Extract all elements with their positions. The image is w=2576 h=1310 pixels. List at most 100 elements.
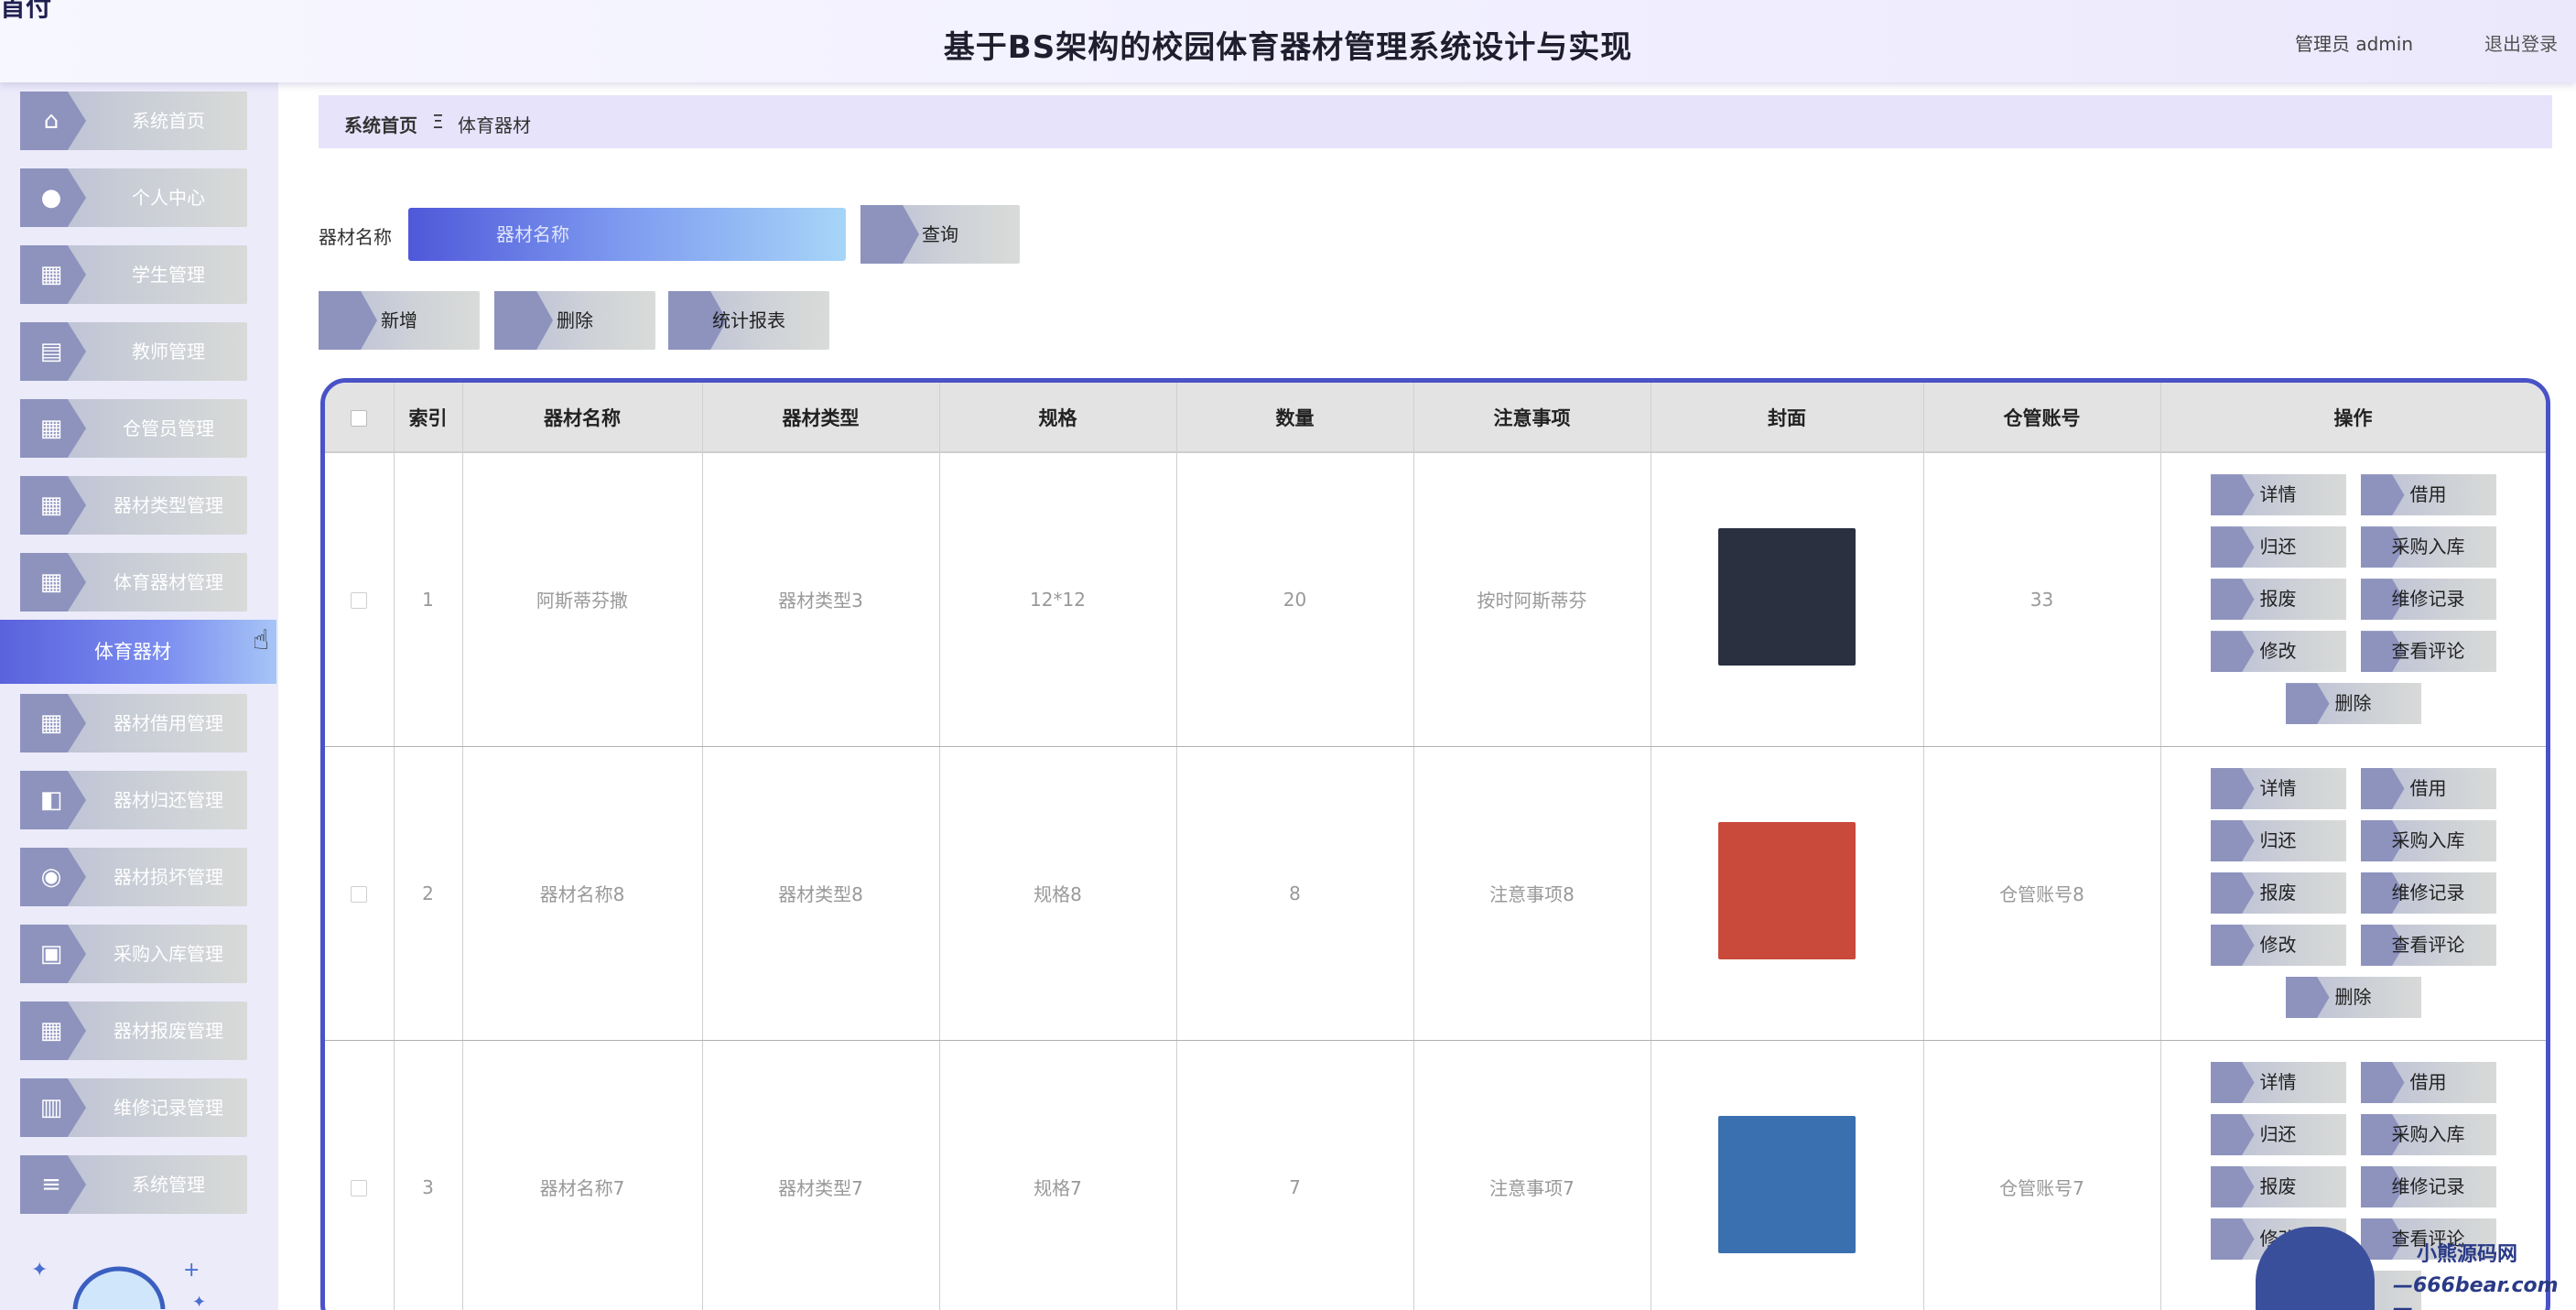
sidebar-item-returns[interactable]: ◧ 器材归还管理 [20, 771, 247, 829]
sidebar-item-scrap[interactable]: ▦ 器材报废管理 [20, 1001, 247, 1060]
cell-actions: 详情借用归还采购入库报废维修记录修改查看评论删除 [2160, 452, 2546, 747]
delete-action-button[interactable]: 删除 [2285, 977, 2421, 1018]
grid-icon: ▦ [39, 1017, 63, 1045]
cell-spec: 规格7 [939, 1040, 1177, 1310]
return-action-button[interactable]: 归还 [2210, 820, 2346, 861]
cover-image [1718, 1116, 1856, 1253]
cell-actions: 详情借用归还采购入库报废维修记录修改查看评论删除 [2160, 746, 2546, 1041]
detail-action-button[interactable]: 详情 [2210, 768, 2346, 809]
svg-text:+: + [183, 1259, 200, 1282]
sidebar-item-purchase[interactable]: ▣ 采购入库管理 [20, 925, 247, 983]
row-actions: 详情借用归还采购入库报废维修记录修改查看评论删除 [2161, 768, 2546, 1018]
delete-action-button[interactable]: 删除 [2285, 683, 2421, 725]
sidebar-subitem-sports-equipment[interactable]: 体育器材 [0, 620, 276, 684]
cell-notes: 注意事项7 [1413, 1040, 1651, 1310]
cell-account: 仓管账号7 [1923, 1040, 2161, 1310]
table-row: 2 器材名称8 器材类型8 规格8 8 注意事项8 仓管账号8 详情 借用 归还 采购入库 报废 维修记… [325, 746, 2546, 1041]
column-header: 注意事项 [1413, 383, 1651, 453]
grid-icon: ▦ [39, 261, 63, 288]
sidebar-item-label: 器材借用管理 [114, 712, 223, 734]
cover-image [1718, 822, 1856, 959]
cell-type: 器材类型7 [702, 1040, 940, 1310]
sidebar-item-teachers[interactable]: ▤ 教师管理 [20, 322, 247, 381]
grid-icon: ▦ [39, 415, 63, 442]
purchase-action-button[interactable]: 采购入库 [2360, 1114, 2496, 1155]
logout-link[interactable]: 退出登录 [2484, 29, 2558, 56]
repair-action-button[interactable]: 维修记录 [2360, 579, 2496, 621]
wallet-icon: ◧ [39, 786, 63, 814]
sidebar-item-borrowing[interactable]: ▦ 器材借用管理 [20, 694, 247, 752]
row-checkbox[interactable] [325, 452, 395, 747]
query-button[interactable]: 查询 [860, 205, 1020, 264]
column-header: 操作 [2160, 383, 2546, 453]
cell-cover [1651, 746, 1924, 1041]
cell-quantity: 7 [1176, 1040, 1414, 1310]
return-action-button[interactable]: 归还 [2210, 526, 2346, 568]
detail-action-button[interactable]: 详情 [2210, 474, 2346, 516]
cell-spec: 规格8 [939, 746, 1177, 1041]
row-checkbox[interactable] [325, 1040, 395, 1310]
sidebar-item-label: 体育器材管理 [114, 571, 223, 593]
sidebar-item-damage[interactable]: ◉ 器材损坏管理 [20, 848, 247, 906]
breadcrumb: 系统首页 Ξ 体育器材 [319, 95, 2552, 148]
list-icon: ≡ [41, 1171, 61, 1198]
return-action-button[interactable]: 归还 [2210, 1114, 2346, 1155]
astronaut-illustration: ✦ + ✦ [31, 1259, 206, 1309]
sidebar-item-warehouse-staff[interactable]: ▦ 仓管员管理 [20, 399, 247, 458]
cover-image [1718, 528, 1856, 666]
edit-action-button[interactable]: 修改 [2210, 631, 2346, 673]
comments-action-button[interactable]: 查看评论 [2360, 631, 2496, 673]
logo-text: 首付 [0, 0, 52, 22]
sidebar-item-label: 仓管员管理 [123, 417, 214, 439]
report-button[interactable]: 统计报表 [668, 291, 829, 350]
search-input[interactable] [408, 208, 846, 261]
cell-name: 阿斯蒂芬撒 [462, 452, 703, 747]
sidebar-item-equipment-types[interactable]: ▦ 器材类型管理 [20, 476, 247, 535]
borrow-action-button[interactable]: 借用 [2360, 1062, 2496, 1103]
borrow-action-button[interactable]: 借用 [2360, 474, 2496, 516]
cell-spec: 12*12 [939, 452, 1177, 747]
sidebar-item-sports-equipment[interactable]: ▦ 体育器材管理 [20, 553, 247, 612]
sidebar-item-label: 器材归还管理 [114, 789, 223, 811]
breadcrumb-separator-icon: Ξ [432, 111, 444, 133]
equipment-table: 索引 器材名称 器材类型 规格 数量 注意事项 封面 仓管账号 操作 1 阿斯蒂芬… [320, 378, 2550, 1310]
table-header-row: 索引 器材名称 器材类型 规格 数量 注意事项 封面 仓管账号 操作 [325, 383, 2546, 453]
breadcrumb-home[interactable]: 系统首页 [344, 111, 417, 137]
scrap-action-button[interactable]: 报废 [2210, 1166, 2346, 1207]
sidebar-item-repair[interactable]: ▥ 维修记录管理 [20, 1078, 247, 1137]
add-button[interactable]: 新增 [319, 291, 480, 350]
sidebar-item-profile[interactable]: ● 个人中心 [20, 168, 247, 227]
table-row: 1 阿斯蒂芬撒 器材类型3 12*12 20 按时阿斯蒂芬 33 详情 借用 归还 采购入库 报废 维修… [325, 452, 2546, 747]
scrap-action-button[interactable]: 报废 [2210, 872, 2346, 914]
column-header: 数量 [1176, 383, 1414, 453]
sidebar-item-label: 器材类型管理 [114, 494, 223, 516]
watermark: 小熊源码网 —666bear.com— [2256, 1227, 2576, 1310]
row-checkbox[interactable] [325, 746, 395, 1041]
purchase-action-button[interactable]: 采购入库 [2360, 820, 2496, 861]
sidebar-item-system[interactable]: ≡ 系统管理 [20, 1155, 247, 1214]
select-all-checkbox[interactable] [325, 383, 395, 453]
delete-button[interactable]: 删除 [494, 291, 655, 350]
sidebar-item-label: 系统首页 [132, 110, 205, 132]
borrow-action-button[interactable]: 借用 [2360, 768, 2496, 809]
cell-cover [1651, 1040, 1924, 1310]
current-user: 管理员 admin [2294, 33, 2413, 55]
repair-action-button[interactable]: 维修记录 [2360, 872, 2496, 914]
sidebar-item-students[interactable]: ▦ 学生管理 [20, 245, 247, 304]
scrap-action-button[interactable]: 报废 [2210, 579, 2346, 621]
pointer-cursor-icon: ☝ [253, 624, 270, 656]
sidebar-item-label: 器材报废管理 [114, 1020, 223, 1042]
home-icon: ⌂ [43, 107, 60, 135]
comments-action-button[interactable]: 查看评论 [2360, 925, 2496, 966]
cell-name: 器材名称8 [462, 746, 703, 1041]
repair-action-button[interactable]: 维修记录 [2360, 1166, 2496, 1207]
sidebar-item-home[interactable]: ⌂ 系统首页 [20, 92, 247, 150]
purchase-action-button[interactable]: 采购入库 [2360, 526, 2496, 568]
sidebar-item-label: 学生管理 [132, 264, 205, 286]
edit-action-button[interactable]: 修改 [2210, 925, 2346, 966]
cell-name: 器材名称7 [462, 1040, 703, 1310]
top-header: 首付 基于BS架构的校园体育器材管理系统设计与实现 管理员 admin 退出登录 [0, 0, 2576, 82]
cell-account: 仓管账号8 [1923, 746, 2161, 1041]
detail-action-button[interactable]: 详情 [2210, 1062, 2346, 1103]
sidebar-item-label: 维修记录管理 [114, 1097, 223, 1119]
